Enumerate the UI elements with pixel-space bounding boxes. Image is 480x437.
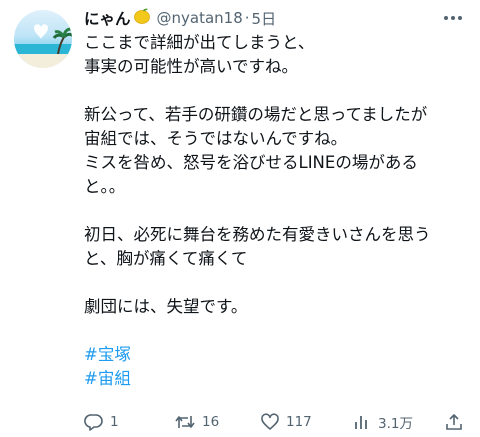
tweet-text-line xyxy=(84,271,474,295)
tweet-text-line: と。。 xyxy=(84,177,126,196)
tweet-text-line: 初日、必死に舞台を務めた有愛きいさんを思う xyxy=(84,225,431,244)
tweet-text-line xyxy=(84,79,474,103)
like-count: 117 xyxy=(286,414,312,430)
tweet-body: ここまで詳細が出てしまうと、 事実の可能性が高いですね。 新公って、若手の研鑽の… xyxy=(84,31,474,391)
lemon-emoji-icon xyxy=(133,7,151,29)
share-button[interactable] xyxy=(444,410,464,434)
avatar[interactable] xyxy=(14,10,72,68)
retweet-count: 16 xyxy=(202,414,220,430)
avatar-image xyxy=(14,24,72,68)
tweet-text-line xyxy=(84,199,474,223)
user-handle[interactable]: @nyatan18 xyxy=(157,9,243,27)
tweet-timestamp[interactable]: 5日 xyxy=(252,8,277,29)
tweet-text-line: ここまで詳細が出てしまうと、 xyxy=(84,33,315,52)
hashtag-link[interactable]: #宙組 xyxy=(84,367,474,391)
reply-button[interactable]: 1 xyxy=(84,410,119,434)
hashtag-link[interactable]: #宝塚 xyxy=(84,343,474,367)
retweet-icon xyxy=(174,412,196,432)
heart-icon xyxy=(260,412,280,432)
tweet-header: にゃん @nyatan18 · 5日 xyxy=(84,6,430,30)
tweet-text-line: 新公って、若手の研鑽の場だと思ってましたが xyxy=(84,105,428,124)
retweet-button[interactable]: 16 xyxy=(174,410,219,434)
reply-count: 1 xyxy=(110,414,119,430)
tweet-text-line: 劇団には、失望です。 xyxy=(84,297,248,316)
reply-icon xyxy=(84,412,104,432)
tweet-text-line: 宙組では、そうではないんですね。 xyxy=(84,129,348,148)
tweet-text-line: 事実の可能性が高いですね。 xyxy=(84,57,299,76)
tweet-text-line: と、胸が痛くて痛くて xyxy=(84,249,248,268)
tweet-text-line: ミスを咎め、怒号を浴びせるLINEの場がある xyxy=(84,153,418,172)
view-count: 3.1万 xyxy=(378,416,413,432)
more-dots-icon[interactable] xyxy=(440,8,466,28)
header-separator: · xyxy=(244,9,250,27)
tweet-text-line xyxy=(84,319,474,343)
views-button[interactable]: 3.1万 xyxy=(352,410,413,434)
display-name[interactable]: にゃん xyxy=(84,7,131,29)
views-bar-chart-icon xyxy=(352,412,372,432)
like-button[interactable]: 117 xyxy=(260,410,312,434)
share-icon xyxy=(444,412,464,432)
tweet-actions: 1 16 117 3.1万 xyxy=(84,410,468,434)
